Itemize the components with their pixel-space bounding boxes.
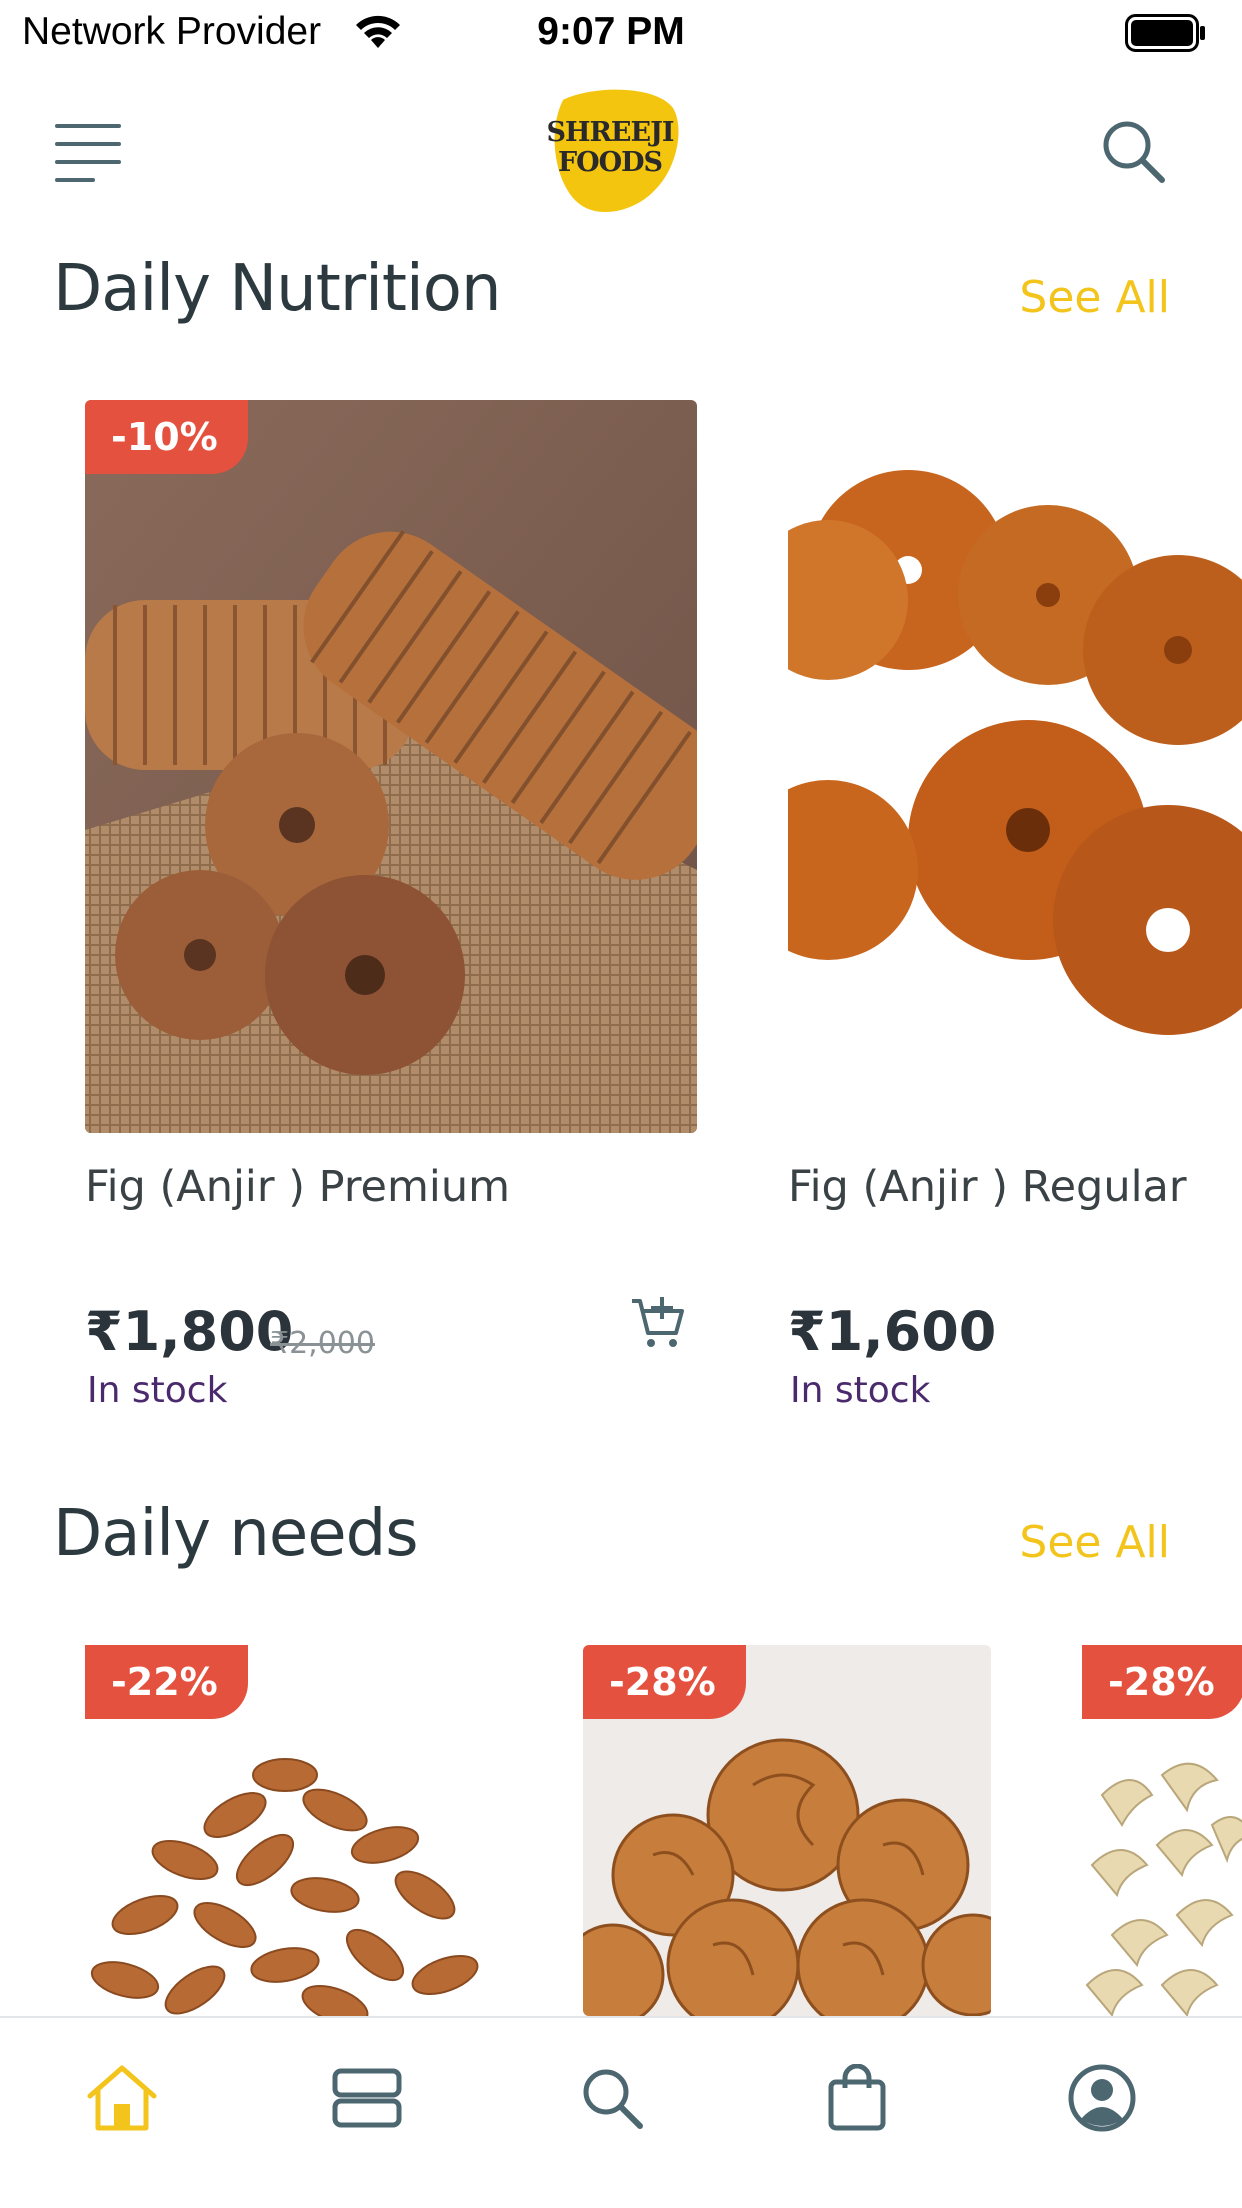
tab-profile[interactable] <box>1062 2058 1142 2138</box>
product-image-fig-premium[interactable]: -10% <box>85 400 697 1133</box>
see-all-link[interactable]: See All <box>1019 1517 1170 1568</box>
product-card[interactable]: -22% <box>85 1645 493 2016</box>
tab-categories[interactable] <box>327 2058 407 2138</box>
logo-wordmark: SHREEJI FOODS <box>546 117 674 178</box>
product-price: ₹1,800 <box>85 1300 294 1363</box>
stock-status: In stock <box>87 1370 228 1411</box>
product-card[interactable]: -28% <box>583 1645 991 2016</box>
stock-status: In stock <box>790 1370 931 1411</box>
section-title-daily-nutrition: Daily Nutrition <box>53 252 501 326</box>
menu-icon[interactable] <box>55 122 121 188</box>
product-image-walnuts[interactable]: -28% <box>583 1645 991 2016</box>
product-name[interactable]: Fig (Anjir ) Premium <box>85 1162 510 1212</box>
product-card[interactable]: Fig (Anjir ) Regular ₹1,600 In stock <box>788 400 1242 1420</box>
categories-icon <box>332 2068 402 2128</box>
brand-logo[interactable]: SHREEJI FOODS <box>545 88 681 218</box>
tab-search[interactable] <box>572 2058 652 2138</box>
product-name[interactable]: Fig (Anjir ) Regular <box>788 1162 1187 1212</box>
tab-bag[interactable] <box>817 2058 897 2138</box>
battery-icon <box>1125 14 1207 58</box>
product-old-price: ₹2,000 <box>270 1326 375 1361</box>
product-image-almonds[interactable]: -22% <box>85 1645 493 2016</box>
clock-label: 9:07 PM <box>537 10 685 53</box>
product-image-cashews[interactable]: -28% <box>1082 1645 1242 2016</box>
app-header: SHREEJI FOODS <box>0 66 1242 226</box>
product-card[interactable]: -28% <box>1082 1645 1242 2016</box>
discount-badge: -10% <box>85 400 248 474</box>
tab-home[interactable] <box>82 2058 162 2138</box>
add-to-cart-icon[interactable] <box>630 1295 686 1355</box>
see-all-link[interactable]: See All <box>1019 272 1170 323</box>
search-icon <box>583 2069 643 2129</box>
bottom-tab-bar <box>0 2016 1242 2208</box>
product-price: ₹1,600 <box>788 1300 997 1363</box>
product-card[interactable]: -10% Fig (Anjir ) Premium ₹1,800 ₹2,000 … <box>85 400 697 1420</box>
status-bar: Network Provider 9:07 PM <box>0 0 1242 66</box>
discount-badge: -28% <box>583 1645 746 1719</box>
profile-icon <box>1068 2064 1136 2132</box>
search-icon[interactable] <box>1100 118 1166 188</box>
bag-icon <box>828 2064 886 2131</box>
discount-badge: -22% <box>85 1645 248 1719</box>
section-title-daily-needs: Daily needs <box>53 1497 419 1571</box>
discount-badge: -28% <box>1082 1645 1242 1719</box>
home-icon <box>87 2065 157 2131</box>
product-image-fig-regular[interactable] <box>788 400 1242 1133</box>
